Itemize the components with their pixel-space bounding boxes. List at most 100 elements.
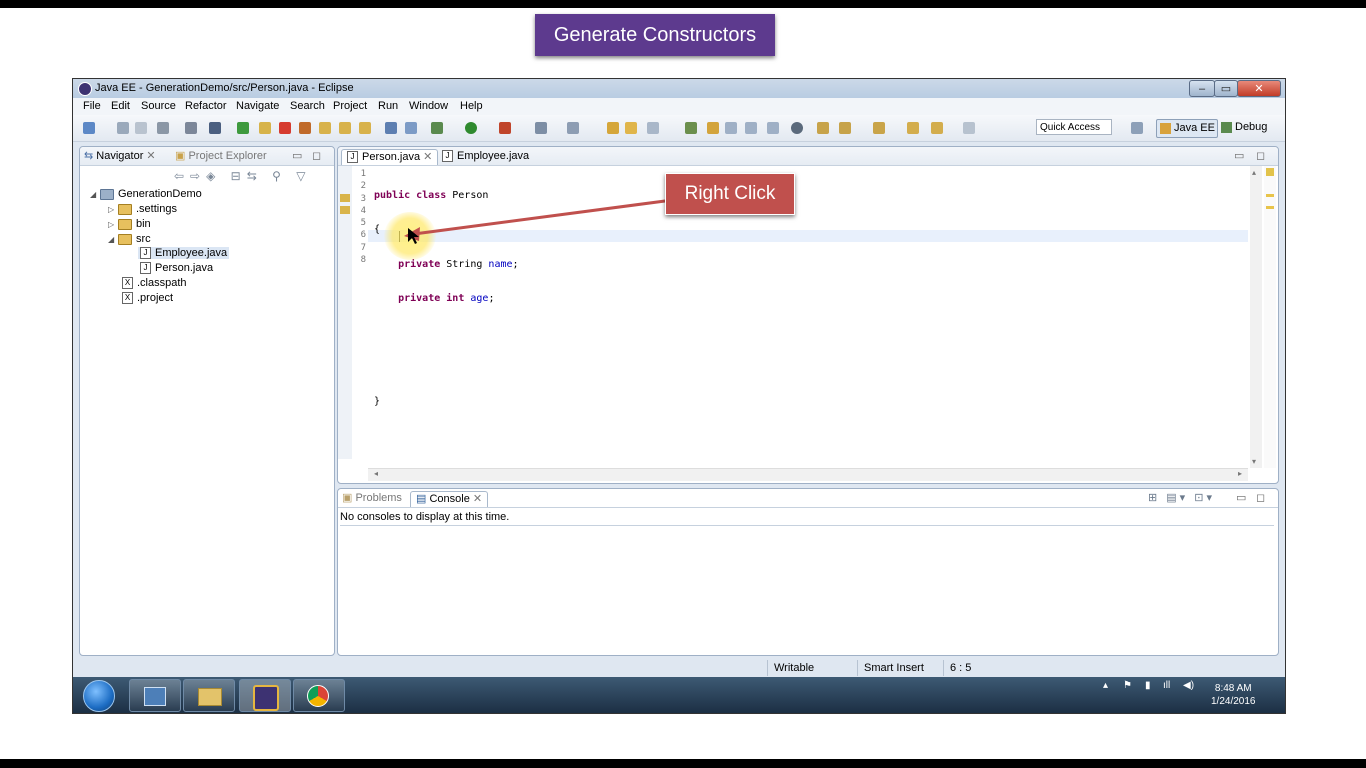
- open-type-icon[interactable]: [607, 122, 619, 134]
- step-over-icon[interactable]: [339, 122, 351, 134]
- tree-item-bin[interactable]: ▷ bin: [108, 218, 151, 230]
- tree-item-employee-java[interactable]: J Employee.java: [138, 247, 230, 260]
- quick-access-field[interactable]: Quick Access: [1036, 119, 1112, 135]
- menu-window[interactable]: Window: [409, 100, 448, 112]
- scroll-left-icon[interactable]: ◂: [374, 469, 378, 478]
- pilcrow-icon[interactable]: [767, 122, 779, 134]
- external-tools-icon[interactable]: [499, 122, 511, 134]
- network-icon[interactable]: ıll: [1163, 680, 1170, 691]
- disconnect-icon[interactable]: [299, 122, 311, 134]
- taskbar-app-explorer[interactable]: [129, 679, 181, 712]
- overview-mark[interactable]: [1266, 194, 1274, 197]
- battery-icon[interactable]: ▮: [1145, 680, 1151, 691]
- console-toolbar-icons[interactable]: ⊞ ▤▾ ⊡▾: [1148, 491, 1215, 506]
- last-edit-icon[interactable]: [873, 122, 885, 134]
- search-icon[interactable]: [647, 122, 659, 134]
- minimize-view-icon[interactable]: ▭: [292, 149, 302, 164]
- skip-breakpoints-icon[interactable]: [209, 122, 221, 134]
- debug-icon[interactable]: [431, 122, 443, 134]
- next-annotation-icon[interactable]: [817, 122, 829, 134]
- tree-item-classpath[interactable]: X .classpath: [122, 277, 187, 290]
- horizontal-scrollbar[interactable]: ◂ ▸: [368, 468, 1248, 481]
- maximize-button[interactable]: ▭: [1214, 80, 1238, 97]
- forward-icon[interactable]: [931, 122, 943, 134]
- menu-navigate[interactable]: Navigate: [236, 100, 279, 112]
- vertical-scrollbar[interactable]: ▴ ▾: [1250, 166, 1262, 468]
- menu-file[interactable]: File: [83, 100, 101, 112]
- system-clock[interactable]: 8:48 AM 1/24/2016: [1211, 682, 1256, 708]
- back-icon[interactable]: [907, 122, 919, 134]
- menu-search[interactable]: Search: [290, 100, 325, 112]
- open-task-icon[interactable]: [625, 122, 637, 134]
- block-selection-icon[interactable]: [725, 122, 737, 134]
- tab-problems[interactable]: ▣ Problems: [342, 491, 402, 506]
- tree-item-src[interactable]: ◢ src: [108, 233, 151, 245]
- save-all-icon[interactable]: [135, 122, 147, 134]
- toggle-mark-icon[interactable]: [707, 122, 719, 134]
- menu-source[interactable]: Source: [141, 100, 176, 112]
- code-text-area[interactable]: public class Person { private String nam…: [374, 168, 519, 464]
- tree-item-project[interactable]: ◢ GenerationDemo: [90, 188, 202, 200]
- tree-label: .project: [137, 292, 174, 304]
- show-whitespace-icon[interactable]: [745, 122, 757, 134]
- step-return-icon[interactable]: [359, 122, 371, 134]
- menu-edit[interactable]: Edit: [111, 100, 130, 112]
- forward-dropdown-icon[interactable]: [963, 122, 975, 134]
- tab-console[interactable]: ▤ Console ✕: [410, 491, 489, 507]
- menu-help[interactable]: Help: [460, 100, 483, 112]
- close-tab-icon[interactable]: ✕: [146, 150, 155, 162]
- action-center-flag-icon[interactable]: ⚑: [1123, 680, 1132, 691]
- overview-ruler[interactable]: [1264, 166, 1276, 468]
- maximize-console-icon[interactable]: ◻: [1256, 491, 1265, 506]
- volume-icon[interactable]: ◀): [1183, 680, 1194, 691]
- suspend-icon[interactable]: [259, 122, 271, 134]
- binary-icon[interactable]: [185, 122, 197, 134]
- menu-run[interactable]: Run: [378, 100, 398, 112]
- perspective-java-ee[interactable]: Java EE: [1156, 119, 1218, 138]
- start-button[interactable]: [83, 680, 115, 712]
- tree-item-project-file[interactable]: X .project: [122, 292, 174, 305]
- tab-employee-java[interactable]: J Employee.java: [442, 149, 529, 164]
- taskbar-app-eclipse[interactable]: [239, 679, 291, 712]
- tree-item-person-java[interactable]: J Person.java: [140, 262, 213, 275]
- perspective-debug[interactable]: Debug: [1221, 119, 1271, 136]
- menu-refactor[interactable]: Refactor: [185, 100, 227, 112]
- print-icon[interactable]: [157, 122, 169, 134]
- new-server-icon[interactable]: [535, 122, 547, 134]
- scroll-up-icon[interactable]: ▴: [1252, 168, 1256, 177]
- right-click-callout: Right Click: [665, 173, 795, 215]
- minimize-button[interactable]: –: [1189, 80, 1215, 97]
- tree-item-settings[interactable]: ▷ .settings: [108, 203, 177, 215]
- close-tab-icon[interactable]: ✕: [423, 151, 432, 163]
- scroll-right-icon[interactable]: ▸: [1238, 469, 1242, 478]
- maximize-view-icon[interactable]: ◻: [312, 149, 321, 164]
- close-tab-icon[interactable]: ✕: [473, 493, 482, 505]
- menu-project[interactable]: Project: [333, 100, 367, 112]
- new-icon[interactable]: [83, 122, 95, 134]
- taskbar-app-files[interactable]: [183, 679, 235, 712]
- taskbar-app-chrome[interactable]: [293, 679, 345, 712]
- minimize-editor-icon[interactable]: ▭: [1234, 149, 1244, 164]
- new-java-class-icon[interactable]: [567, 122, 579, 134]
- save-icon[interactable]: [117, 122, 129, 134]
- annotation-icon[interactable]: [685, 122, 697, 134]
- previous-annotation-icon[interactable]: [839, 122, 851, 134]
- navigator-toolbar-icons[interactable]: ⇦⇨◈ ⊟⇆ ⚲ ▽: [174, 169, 311, 183]
- scroll-down-icon[interactable]: ▾: [1252, 457, 1256, 466]
- minimize-console-icon[interactable]: ▭: [1236, 491, 1246, 506]
- maximize-editor-icon[interactable]: ◻: [1256, 149, 1265, 164]
- tab-project-explorer[interactable]: ▣ Project Explorer: [175, 149, 267, 164]
- globe-icon[interactable]: [791, 122, 803, 134]
- tab-person-java[interactable]: J Person.java ✕: [341, 149, 439, 165]
- open-perspective-icon[interactable]: [1131, 122, 1143, 134]
- close-button[interactable]: ✕: [1237, 80, 1281, 97]
- overview-mark[interactable]: [1266, 206, 1274, 209]
- use-step-filters-icon[interactable]: [385, 122, 397, 134]
- show-hidden-icons[interactable]: ▴: [1103, 680, 1108, 691]
- resume-icon[interactable]: [237, 122, 249, 134]
- tab-navigator[interactable]: ⇆ Navigator ✕: [84, 149, 156, 164]
- terminate-icon[interactable]: [279, 122, 291, 134]
- open-console-icon[interactable]: [405, 122, 417, 134]
- step-into-icon[interactable]: [319, 122, 331, 134]
- run-icon[interactable]: [465, 122, 477, 134]
